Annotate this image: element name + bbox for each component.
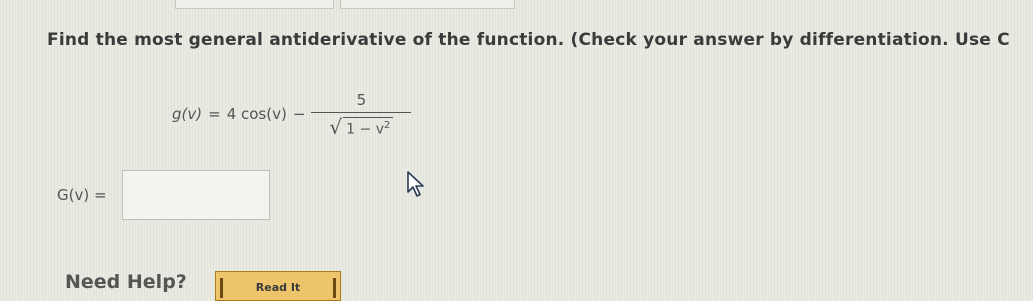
formula-equals: = [208,105,221,123]
question-text: Find the most general antiderivative of … [47,30,1010,50]
formula-minus: − [292,105,306,123]
need-help-label: Need Help? [65,271,187,293]
radicand-base: 1 − v [346,121,384,138]
mouse-pointer-icon [407,171,424,197]
formula-term1: 4 cos(v) [226,105,287,123]
top-tab-left [175,0,334,9]
read-it-label: Read It [255,281,301,294]
radicand-exponent: 2 [384,119,391,131]
answer-label: G(v) = [57,186,107,204]
read-it-button[interactable]: Read It [215,271,341,301]
radicand: 1 − v2 [343,116,394,138]
formula-fraction: 5 √ 1 − v2 [311,90,412,139]
read-it-right-bar [333,278,336,298]
answer-input[interactable] [122,170,270,220]
function-formula: g(v) = 4 cos(v) − 5 √ 1 − v2 [172,82,412,146]
sqrt-symbol: √ [329,114,343,139]
top-tab-right [340,0,515,9]
read-it-left-bar [220,278,223,298]
fraction-denominator: √ 1 − v2 [329,113,394,139]
formula-lhs: g(v) [172,105,203,123]
fraction-numerator: 5 [356,90,367,109]
